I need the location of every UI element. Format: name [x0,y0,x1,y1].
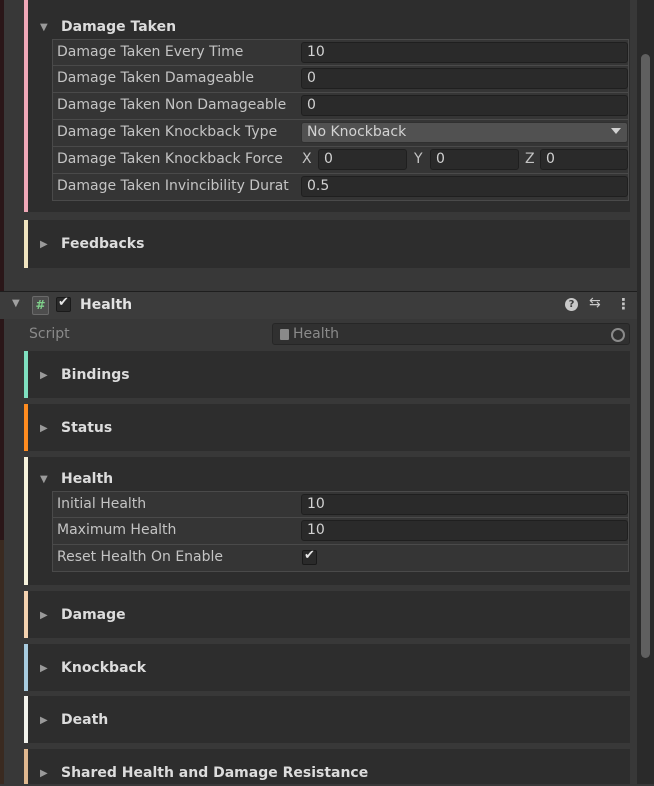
field-damage-damageable: Damage Taken Damageable 0 [52,66,629,93]
bindings-header[interactable]: ▶ Bindings [24,362,630,388]
section-title: Death [61,712,109,728]
shared-health-panel: ▶ Shared Health and Damage Resistance [24,749,630,784]
field-label: Damage Taken Non Damageable [57,97,287,113]
status-panel: ▶ Status [24,404,630,451]
damage-every-time-input[interactable]: 10 [301,42,628,63]
triangle-down-icon: ▼ [40,473,48,485]
field-label: Damage Taken Damageable [57,70,254,86]
triangle-right-icon: ▶ [40,767,48,779]
knockback-force-x-input[interactable]: 0 [318,149,407,170]
field-initial-health: Initial Health 10 [52,491,629,518]
damage-header[interactable]: ▶ Damage [24,602,630,628]
knockback-header[interactable]: ▶ Knockback [24,655,630,681]
feedbacks-header[interactable]: ▶ Feedbacks [24,231,630,257]
knockback-force-y-input[interactable]: 0 [430,149,519,170]
initial-health-input[interactable]: 10 [301,494,628,515]
component-title: Health [80,297,133,313]
field-knockback-force: Damage Taken Knockback Force X 0 Y 0 Z 0 [52,147,629,174]
script-value: Health [293,326,339,342]
section-title: Status [61,420,113,436]
triangle-down-icon[interactable]: ▼ [12,298,20,309]
field-label: Reset Health On Enable [57,549,224,565]
damage-non-damageable-input[interactable]: 0 [301,95,628,116]
script-field-row: Script Health [0,320,637,350]
knockback-force-z-input[interactable]: 0 [540,149,628,170]
feedbacks-panel: ▶ Feedbacks [24,220,630,268]
field-damage-every-time: Damage Taken Every Time 10 [52,39,629,66]
component-enabled-checkbox[interactable]: ✔ [56,295,71,312]
triangle-right-icon: ▶ [40,422,48,434]
field-invincibility-duration: Damage Taken Invincibility Durat 0.5 [52,174,629,201]
script-file-icon [280,329,289,340]
shared-health-header[interactable]: ▶ Shared Health and Damage Resistance [24,760,630,786]
section-title: Health [61,471,114,487]
triangle-right-icon: ▶ [40,609,48,621]
section-title: Knockback [61,660,147,676]
reset-health-checkbox[interactable]: ✔ [302,548,317,565]
field-label: Initial Health [57,496,147,512]
y-axis-label: Y [414,151,423,167]
triangle-down-icon: ▼ [40,21,48,33]
field-label: Damage Taken Knockback Type [57,124,278,140]
triangle-right-icon: ▶ [40,714,48,726]
damage-panel: ▶ Damage [24,591,630,638]
scrollbar-thumb[interactable] [641,54,650,658]
checkmark-icon: ✔ [304,548,315,563]
field-damage-non-damageable: Damage Taken Non Damageable 0 [52,93,629,120]
field-label: Damage Taken Invincibility Durat [57,178,289,194]
section-title: Bindings [61,367,130,383]
status-header[interactable]: ▶ Status [24,415,630,441]
field-label: Maximum Health [57,522,177,538]
section-title: Shared Health and Damage Resistance [61,765,369,781]
section-title: Damage Taken [61,19,177,35]
scene-background-strip-lower [0,540,4,784]
x-axis-label: X [302,151,312,167]
more-options-icon[interactable]: ⋮ [616,295,631,313]
maximum-health-input[interactable]: 10 [301,520,628,541]
help-icon[interactable]: ? [565,298,578,311]
field-knockback-type: Damage Taken Knockback Type No Knockback [52,120,629,147]
triangle-right-icon: ▶ [40,662,48,674]
z-axis-label: Z [525,151,535,167]
damage-taken-header[interactable]: ▼ Damage Taken [24,14,630,40]
script-object-field[interactable]: Health [272,323,630,345]
script-hash-icon: # [32,296,49,315]
health-header[interactable]: ▼ Health [24,466,630,492]
section-title: Feedbacks [61,236,145,252]
checkmark-icon: ✔ [58,295,69,310]
object-picker-icon[interactable] [611,328,625,342]
script-label: Script [29,326,70,342]
bindings-panel: ▶ Bindings [24,351,630,398]
presets-icon[interactable]: ⇆ [589,295,601,311]
section-title: Damage [61,607,126,623]
damage-taken-panel: ▼ Damage Taken Damage Taken Every Time 1… [24,0,630,212]
death-panel: ▶ Death [24,696,630,743]
health-panel: ▼ Health Initial Health 10 Maximum Healt… [24,457,630,585]
field-maximum-health: Maximum Health 10 [52,518,629,545]
death-header[interactable]: ▶ Death [24,707,630,733]
health-component-header[interactable]: ▼ # ✔ Health ? ⇆ ⋮ [0,291,637,319]
chevron-down-icon [611,128,621,134]
field-label: Damage Taken Every Time [57,44,244,60]
field-label: Damage Taken Knockback Force [57,151,283,167]
triangle-right-icon: ▶ [40,369,48,381]
damage-damageable-input[interactable]: 0 [301,68,628,89]
dropdown-value: No Knockback [307,124,407,140]
knockback-panel: ▶ Knockback [24,644,630,691]
triangle-right-icon: ▶ [40,238,48,250]
field-reset-health-on-enable: Reset Health On Enable ✔ [52,545,629,572]
vertical-scrollbar[interactable] [637,0,654,784]
invincibility-duration-input[interactable]: 0.5 [301,176,628,197]
knockback-type-dropdown[interactable]: No Knockback [301,122,628,143]
